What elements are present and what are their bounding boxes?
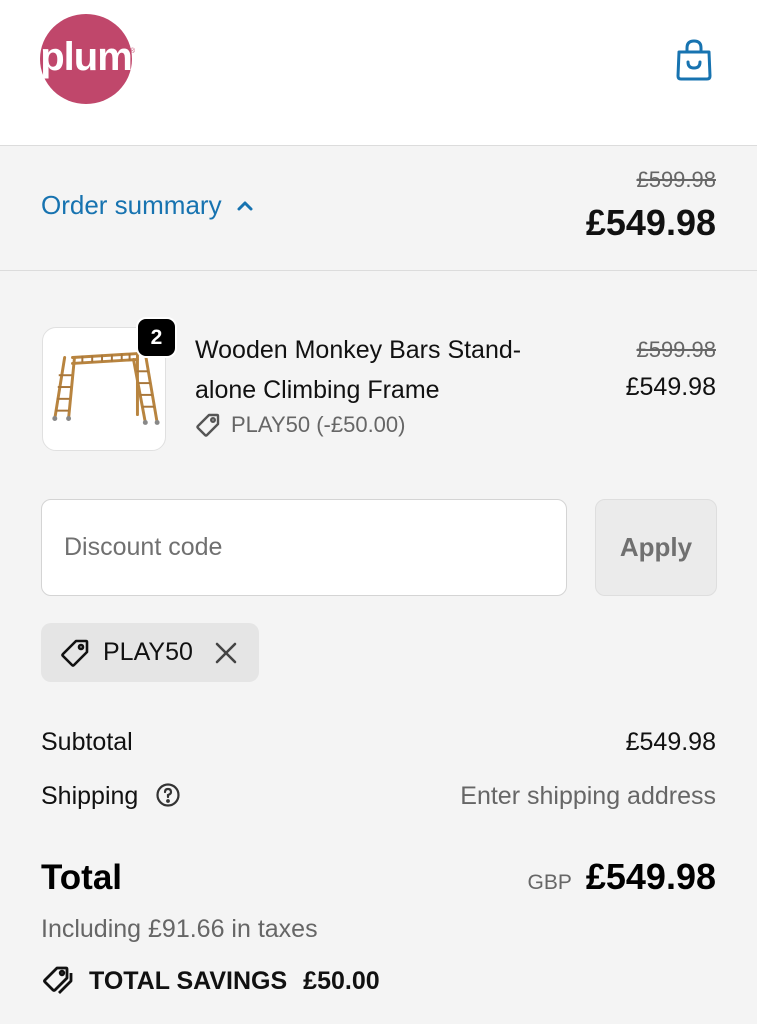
order-summary-label: Order summary [41,190,222,220]
product-discount-label: PLAY50 (-£50.00) [231,412,406,437]
product-original-price: £599.98 [636,337,716,362]
tag-icon [196,413,220,437]
summary-total-price: £549.98 [585,202,716,243]
savings-value: £50.00 [303,966,380,995]
shipping-row-label: Shipping [41,782,181,811]
help-circle-icon[interactable] [155,782,181,808]
logo-trademark: ® [129,48,135,55]
shopping-bag-icon[interactable] [674,38,714,82]
taxes-note: Including £91.66 in taxes [41,915,318,943]
close-icon[interactable] [213,640,239,666]
savings-tag-icon [43,966,73,994]
subtotal-value: £549.98 [625,728,716,756]
total-label: Total [41,858,123,897]
applied-discount-code: PLAY50 [103,638,193,666]
shipping-label: Shipping [41,782,139,810]
product-title: Wooden Monkey Bars Stand-alone Climbing … [195,336,522,404]
total-value: £549.98 [585,856,716,897]
quantity-badge: 2 [136,317,177,358]
product-discount: PLAY50 (-£50.00) [195,412,405,438]
logo-text: plum [40,34,133,79]
shipping-value: Enter shipping address [460,782,716,810]
savings-label: TOTAL SAVINGS [89,966,288,995]
summary-original-price: £599.98 [636,167,716,192]
subtotal-label: Subtotal [41,728,133,756]
apply-button[interactable]: Apply [595,499,717,596]
header: plum ® [0,0,757,146]
chevron-up-icon [237,201,253,210]
total-savings: TOTAL SAVINGS £50.00 [41,964,380,998]
total-amount: GBP £549.98 [528,856,717,898]
product-price: £549.98 [625,373,716,401]
order-summary-toggle[interactable]: Order summary [41,190,256,221]
tag-icon [61,639,89,667]
plum-logo[interactable]: plum ® [40,14,135,104]
applied-discount-chip: PLAY50 [41,623,259,682]
currency-code: GBP [527,871,572,894]
discount-code-input[interactable] [41,499,567,596]
